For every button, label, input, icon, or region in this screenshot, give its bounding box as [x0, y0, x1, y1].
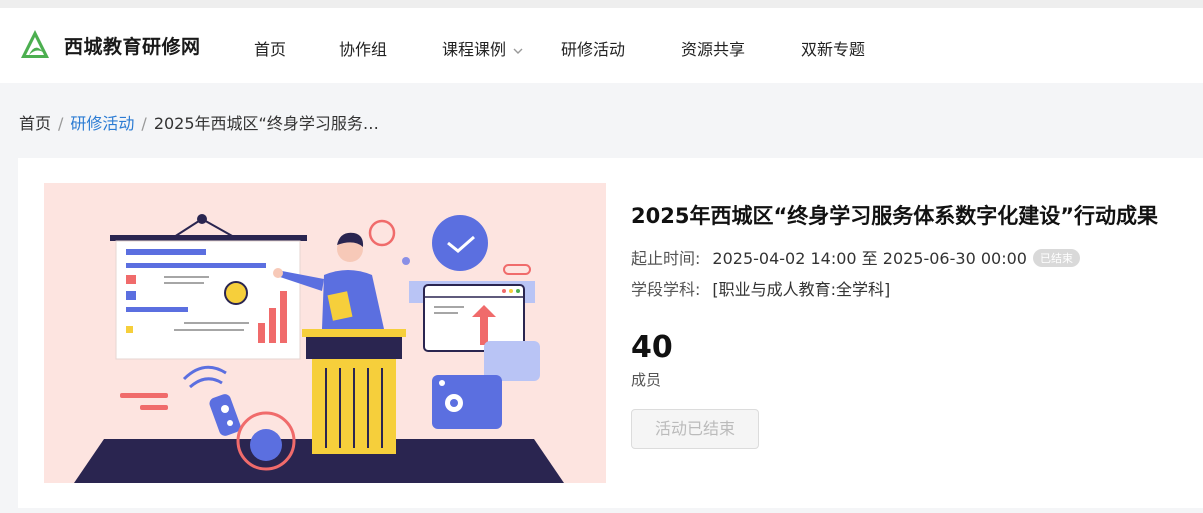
nav-item-collab-groups[interactable]: 协作组	[339, 36, 387, 60]
activity-subject-row: 学段学科: [职业与成人教育:全学科]	[631, 276, 890, 300]
activity-ended-button[interactable]: 活动已结束	[631, 409, 759, 449]
member-count-label: 成员	[631, 371, 662, 389]
status-badge: 已结束	[1032, 249, 1080, 267]
site-name[interactable]: 西城教育研修网	[64, 32, 201, 59]
nav-item-resource-sharing[interactable]: 资源共享	[681, 36, 745, 60]
activity-banner-image	[44, 183, 606, 483]
chevron-down-icon	[513, 48, 523, 54]
time-label: 起止时间:	[631, 249, 701, 268]
subject-label: 学段学科:	[631, 280, 701, 299]
site-header: 西城教育研修网 首页 协作组 课程课例 研修活动 资源共享 双新专题	[0, 8, 1203, 83]
nav-item-training-activities[interactable]: 研修活动	[561, 36, 625, 60]
breadcrumb-current: 2025年西城区“终身学习服务…	[153, 114, 379, 133]
top-strip	[0, 0, 1203, 8]
subject-value: [职业与成人教育:全学科]	[712, 280, 891, 299]
teacher-presentation-illustration	[74, 214, 564, 483]
member-count: 40	[631, 330, 673, 365]
activity-time-row: 起止时间: 2025-04-02 14:00 至 2025-06-30 00:00…	[631, 245, 1080, 269]
breadcrumb-section[interactable]: 研修活动	[70, 114, 134, 133]
activity-card: 2025年西城区“终身学习服务体系数字化建设”行动成果 起止时间: 2025-04…	[18, 158, 1203, 508]
nav-item-double-new-topics[interactable]: 双新专题	[801, 36, 865, 60]
nav-item-courses-label: 课程课例	[442, 40, 507, 59]
nav-item-courses[interactable]: 课程课例	[442, 36, 524, 60]
nav-item-home[interactable]: 首页	[254, 36, 286, 60]
breadcrumb-separator: /	[141, 114, 147, 133]
breadcrumb: 首页 / 研修活动 / 2025年西城区“终身学习服务…	[19, 110, 379, 134]
breadcrumb-home[interactable]: 首页	[19, 114, 51, 133]
breadcrumb-separator: /	[58, 114, 64, 133]
activity-title: 2025年西城区“终身学习服务体系数字化建设”行动成果	[631, 204, 1159, 228]
time-value: 2025-04-02 14:00 至 2025-06-30 00:00	[712, 249, 1027, 268]
leaf-logo-icon[interactable]	[18, 28, 52, 62]
